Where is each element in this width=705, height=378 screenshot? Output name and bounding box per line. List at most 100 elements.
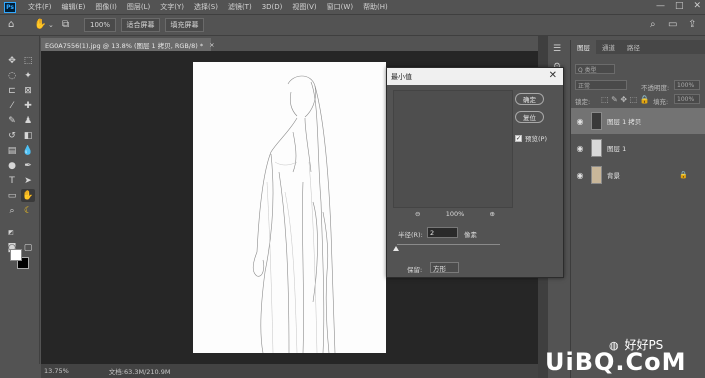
banana-icon[interactable]: ☾ (21, 204, 35, 217)
clone-stamp-tool-icon[interactable]: ♟ (21, 114, 35, 127)
menu-edit[interactable]: 编辑(E) (62, 2, 86, 12)
preview-zoom-controls: ⊖ 100% ⊕ (415, 210, 495, 218)
document-tab[interactable]: EG0A7556(1).jpg @ 13.8% (图层 1 拷贝, RGB/8)… (41, 38, 215, 51)
visibility-eye-icon[interactable]: ◉ (571, 144, 589, 153)
checkbox-checked-icon[interactable]: ✓ (515, 134, 522, 142)
menu-layer[interactable]: 图层(L) (127, 2, 150, 12)
pen-tool-icon[interactable]: ✒ (21, 159, 35, 172)
minimum-filter-dialog: 最小值 ✕ 确定 复位 ✓ 预览(P) ⊖ 100% ⊕ 半径(R): 2 像素… (386, 67, 564, 278)
layer-name: 背景 (607, 172, 620, 180)
crop-tool-icon[interactable]: ⊏ (5, 84, 19, 97)
zoom-100-button[interactable]: 100% (84, 18, 116, 32)
frame-tool-icon[interactable]: ⊠ (21, 84, 35, 97)
status-bar: 13.75% 文档:63.3M/210.9M (41, 364, 538, 378)
brush-tool-icon[interactable]: ✎ (5, 114, 19, 127)
share-icon[interactable]: ⇪ (688, 19, 696, 30)
menu-window[interactable]: 窗口(W) (327, 2, 353, 12)
menu-view[interactable]: 视图(V) (292, 2, 316, 12)
lasso-tool-icon[interactable]: ◌ (5, 69, 19, 82)
layers-panel: 图层 通道 路径 Q 类型 正常 不透明度: 100% 锁定: ⬚ ✎ ✥ ⬚ … (570, 40, 705, 378)
hand-tool-icon[interactable]: ✋ (21, 189, 35, 202)
dodge-tool-icon[interactable]: ● (5, 159, 19, 172)
eyedropper-tool-icon[interactable]: ⁄ (5, 99, 19, 112)
zoom-out-icon[interactable]: ⊖ (415, 210, 420, 218)
tab-layers[interactable]: 图层 (571, 40, 596, 54)
status-doc-size[interactable]: 文档:63.3M/210.9M (109, 366, 171, 376)
dialog-close-icon[interactable]: ✕ (549, 70, 557, 81)
zoom-tool-icon[interactable]: ⌕ (5, 204, 19, 217)
workspace-icon[interactable]: ▭ (668, 19, 677, 30)
layer-row-background[interactable]: ◉ 背景 🔒 (571, 162, 705, 188)
history-brush-tool-icon[interactable]: ↺ (5, 129, 19, 142)
path-selection-tool-icon[interactable]: ➤ (21, 174, 35, 187)
history-panel-icon[interactable]: ☰ (553, 44, 561, 54)
layer-name: 图层 1 拷贝 (607, 118, 642, 126)
default-colors-icon[interactable]: ◩ (4, 226, 18, 239)
visibility-eye-icon[interactable]: ◉ (571, 117, 589, 126)
magic-wand-tool-icon[interactable]: ✦ (21, 69, 35, 82)
document-tab-title: EG0A7556(1).jpg @ 13.8% (图层 1 拷贝, RGB/8)… (45, 41, 204, 50)
layers-panel-tabs: 图层 通道 路径 (571, 40, 705, 54)
close-document-icon[interactable]: × (209, 41, 214, 49)
chevron-down-icon[interactable]: ⌄ (48, 21, 54, 29)
tab-channels[interactable]: 通道 (596, 40, 621, 54)
scroll-all-windows-icon[interactable]: ⧉ (62, 19, 69, 30)
preview-checkbox[interactable]: ✓ 预览(P) (515, 133, 547, 143)
filter-preview[interactable] (393, 90, 513, 208)
blend-mode-select[interactable]: 正常 (575, 80, 627, 90)
lock-icons[interactable]: ⬚ ✎ ✥ ⬚ 🔒 (601, 95, 651, 104)
screen-mode-icon[interactable]: ▢ (21, 241, 35, 254)
maximize-button[interactable]: □ (675, 1, 684, 11)
fill-screen-button[interactable]: 填充屏幕 (165, 18, 204, 32)
radius-input[interactable]: 2 (427, 227, 458, 238)
tab-paths[interactable]: 路径 (621, 40, 646, 54)
menu-help[interactable]: 帮助(H) (363, 2, 388, 12)
zoom-in-icon[interactable]: ⊕ (490, 210, 495, 218)
type-tool-icon[interactable]: T (5, 174, 19, 187)
pencil-sketch-figure (252, 75, 336, 354)
preview-zoom-value: 100% (445, 210, 465, 218)
layer-row-1[interactable]: ◉ 图层 1 (571, 135, 705, 161)
menu-select[interactable]: 选择(S) (194, 2, 218, 12)
home-icon[interactable]: ⌂ (8, 19, 14, 30)
menu-file[interactable]: 文件(F) (28, 2, 52, 12)
preserve-select[interactable]: 方形 (430, 262, 459, 273)
layer-thumbnail (591, 166, 602, 184)
minimize-button[interactable]: — (656, 1, 665, 11)
blur-tool-icon[interactable]: 💧 (21, 144, 35, 157)
tools-panel: ✥ ⬚ ◌ ✦ ⊏ ⊠ ⁄ ✚ ✎ ♟ ↺ ◧ ▤ 💧 ● ✒ T ➤ ▭ ✋ … (0, 36, 40, 364)
radius-label: 半径(R): (398, 231, 423, 239)
menu-filter[interactable]: 滤镜(T) (228, 2, 252, 12)
rectangle-tool-icon[interactable]: ▭ (5, 189, 19, 202)
layer-row-copy[interactable]: ◉ 图层 1 拷贝 (571, 108, 705, 134)
menu-3d[interactable]: 3D(D) (262, 3, 283, 11)
dialog-title: 最小值 (391, 72, 412, 81)
spot-healing-tool-icon[interactable]: ✚ (21, 99, 35, 112)
foreground-color-swatch[interactable] (10, 249, 22, 261)
watermark-site: UiBQ.CoM (545, 348, 687, 376)
menu-type[interactable]: 文字(Y) (160, 2, 184, 12)
document-image[interactable] (193, 62, 386, 354)
visibility-eye-icon[interactable]: ◉ (571, 171, 589, 180)
artboard-tool-icon[interactable]: ⬚ (21, 54, 35, 67)
preserve-label: 保留: (407, 266, 423, 274)
radius-slider-track[interactable] (397, 244, 500, 245)
reset-button[interactable]: 复位 (515, 111, 544, 123)
search-icon[interactable]: ⌕ (650, 19, 656, 30)
menu-image[interactable]: 图像(I) (95, 2, 117, 12)
close-window-button[interactable]: ✕ (693, 1, 701, 11)
opacity-input[interactable]: 100% (674, 80, 700, 90)
layer-kind-filter[interactable]: Q 类型 (575, 64, 615, 74)
photoshop-logo-icon[interactable]: Ps (4, 1, 16, 13)
hand-tool-icon[interactable]: ✋ (34, 19, 46, 30)
fit-screen-button[interactable]: 适合屏幕 (121, 18, 160, 32)
gradient-tool-icon[interactable]: ▤ (5, 144, 19, 157)
eraser-tool-icon[interactable]: ◧ (21, 129, 35, 142)
menu-bar: Ps 文件(F) 编辑(E) 图像(I) 图层(L) 文字(Y) 选择(S) 滤… (0, 0, 705, 14)
preview-label: 预览(P) (525, 135, 547, 143)
status-zoom[interactable]: 13.75% (44, 367, 69, 375)
move-tool-icon[interactable]: ✥ (5, 54, 19, 67)
radius-slider-thumb[interactable] (393, 246, 399, 251)
ok-button[interactable]: 确定 (515, 93, 544, 105)
fill-input[interactable]: 100% (674, 94, 700, 104)
